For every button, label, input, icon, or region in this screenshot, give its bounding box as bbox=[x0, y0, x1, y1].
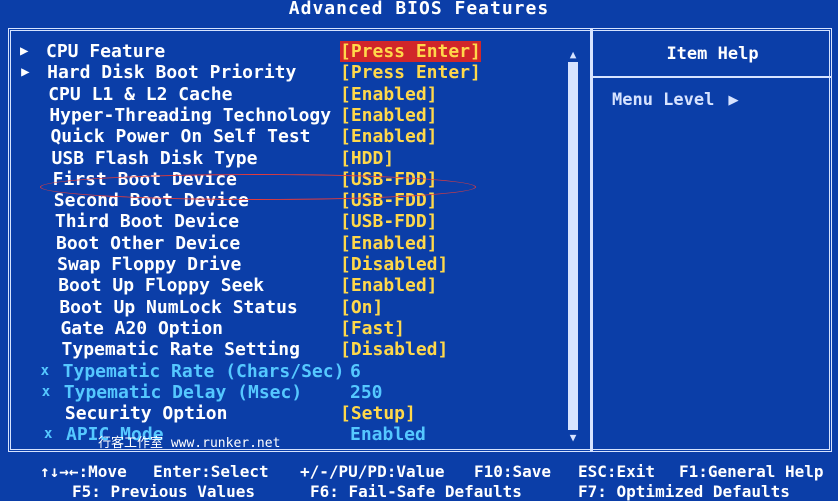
scroll-track[interactable] bbox=[568, 62, 578, 430]
setting-value[interactable]: [Enabled] bbox=[340, 233, 438, 254]
scrollbar[interactable]: ▲ ▼ bbox=[566, 48, 580, 444]
setting-label: Typematic Rate Setting bbox=[61, 339, 300, 361]
setting-value[interactable]: [Setup] bbox=[340, 403, 416, 424]
key-hint-help: F1:General Help bbox=[679, 462, 824, 481]
setting-value[interactable]: Enabled bbox=[350, 424, 426, 445]
triangle-right-icon: ▶ bbox=[20, 43, 29, 59]
setting-value[interactable]: [Fast] bbox=[340, 318, 405, 339]
annotation-circle bbox=[40, 174, 476, 200]
setting-value[interactable]: [Disabled] bbox=[340, 339, 448, 360]
setting-label: Quick Power On Self Test bbox=[50, 126, 311, 148]
setting-label: USB Flash Disk Type bbox=[51, 147, 258, 169]
key-hint-move: ↑↓→←:Move bbox=[40, 462, 127, 481]
setting-label: Hyper-Threading Technology bbox=[49, 104, 332, 126]
setting-value[interactable]: [HDD] bbox=[340, 148, 394, 169]
setting-value[interactable]: [Enabled] bbox=[340, 275, 438, 296]
setting-label: CPU Feature bbox=[46, 41, 166, 62]
scroll-down-icon[interactable]: ▼ bbox=[566, 431, 580, 444]
setting-label: Boot Up Floppy Seek bbox=[58, 275, 265, 297]
x-mark-icon: x bbox=[41, 383, 51, 400]
setting-label: Boot Up NumLock Status bbox=[59, 296, 298, 318]
setting-label: Typematic Delay (Msec) bbox=[63, 381, 303, 403]
chevron-right-icon: ▶ bbox=[728, 90, 739, 110]
setting-value[interactable]: [Enabled] bbox=[340, 105, 438, 126]
key-help-footer: ↑↓→←:Move Enter:Select +/-/PU/PD:Value F… bbox=[0, 458, 838, 501]
setting-value[interactable]: [On] bbox=[340, 297, 383, 318]
menu-level-label: Menu Level bbox=[612, 90, 715, 110]
window-title: Advanced BIOS Features bbox=[0, 0, 838, 20]
key-hint-value: +/-/PU/PD:Value bbox=[300, 462, 445, 481]
setting-label: Security Option bbox=[64, 403, 228, 425]
setting-value[interactable]: [Enabled] bbox=[340, 126, 438, 147]
help-separator bbox=[593, 76, 832, 78]
setting-value[interactable]: [USB-FDD] bbox=[340, 211, 438, 232]
setting-label: Third Boot Device bbox=[54, 211, 240, 233]
x-mark-icon: x bbox=[40, 362, 50, 379]
panel-divider bbox=[590, 28, 593, 452]
key-hint-fail-safe: F6: Fail-Safe Defaults bbox=[310, 482, 522, 501]
setting-label: Hard Disk Boot Priority bbox=[47, 62, 297, 84]
setting-value[interactable]: 6 bbox=[350, 361, 361, 382]
setting-label: Boot Other Device bbox=[56, 232, 241, 254]
key-hint-save: F10:Save bbox=[474, 462, 552, 481]
key-hint-select: Enter:Select bbox=[153, 462, 269, 481]
menu-level-indicator: Menu Level ▶ bbox=[612, 90, 739, 110]
scroll-up-icon[interactable]: ▲ bbox=[566, 48, 580, 61]
setting-value[interactable]: [Press Enter] bbox=[340, 41, 481, 62]
triangle-right-icon: ▶ bbox=[21, 64, 30, 81]
key-hint-optimized: F7: Optimized Defaults bbox=[578, 482, 790, 501]
setting-value[interactable]: [Disabled] bbox=[340, 254, 448, 275]
setting-value[interactable]: [Enabled] bbox=[340, 84, 438, 105]
setting-label: Typematic Rate (Chars/Sec) bbox=[62, 360, 345, 382]
x-mark-icon: x bbox=[44, 426, 53, 443]
setting-value[interactable]: [Press Enter] bbox=[340, 62, 481, 83]
setting-label: Swap Floppy Drive bbox=[57, 254, 242, 275]
setting-value[interactable]: 250 bbox=[350, 382, 383, 403]
setting-label: Gate A20 Option bbox=[60, 317, 223, 339]
key-hint-exit: ESC:Exit bbox=[578, 462, 656, 481]
key-hint-previous-values: F5: Previous Values bbox=[72, 482, 256, 501]
watermark-text: 行客工作室 www.runker.net bbox=[98, 436, 281, 451]
item-help-title: Item Help bbox=[666, 44, 759, 64]
setting-label: CPU L1 & L2 Cache bbox=[48, 83, 233, 105]
